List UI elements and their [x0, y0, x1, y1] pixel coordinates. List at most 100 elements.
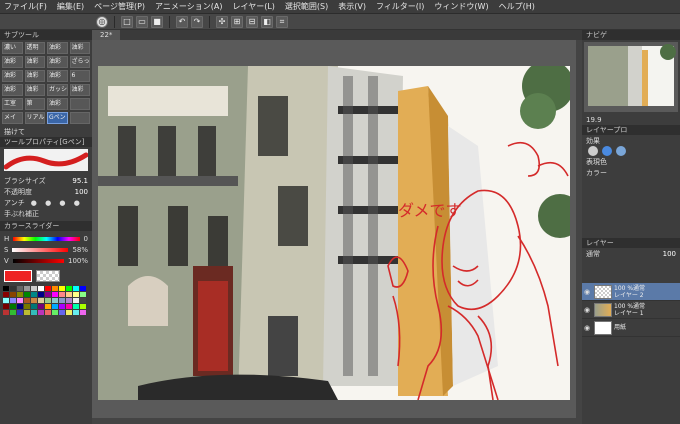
palette-swatch[interactable] [3, 298, 9, 303]
subtool-item[interactable]: 油彩 [2, 56, 23, 68]
palette-swatch[interactable] [59, 304, 65, 309]
subtool-item[interactable]: 油彩 [69, 84, 90, 96]
subtool-item[interactable] [69, 98, 90, 110]
palette-swatch[interactable] [3, 310, 9, 315]
color-set-palette[interactable] [0, 284, 92, 317]
subtool-item[interactable]: 第 [24, 98, 45, 110]
invert-icon[interactable]: ◧ [261, 15, 273, 28]
palette-swatch[interactable] [24, 310, 30, 315]
subtool-item[interactable]: 透明 [24, 42, 45, 54]
drawing-canvas[interactable]: ダメです [98, 66, 570, 400]
menu-file[interactable]: ファイル(F) [4, 1, 47, 12]
palette-swatch[interactable] [73, 286, 79, 291]
palette-swatch[interactable] [10, 310, 16, 315]
save-icon[interactable]: ■ [151, 15, 163, 28]
menu-animation[interactable]: アニメーション(A) [155, 1, 222, 12]
effect-option-icon[interactable] [588, 146, 598, 156]
transparent-color-swatch[interactable] [36, 270, 60, 282]
palette-swatch[interactable] [24, 286, 30, 291]
subtool-item[interactable]: 油彩 [24, 84, 45, 96]
subtool-item[interactable]: メイ [2, 112, 23, 124]
palette-swatch[interactable] [45, 286, 51, 291]
palette-swatch[interactable] [73, 298, 79, 303]
value-value[interactable]: 100% [68, 257, 88, 265]
saturation-slider[interactable] [12, 247, 69, 252]
blend-row[interactable]: 通常 100 [582, 248, 680, 259]
horizontal-scrollbar[interactable] [92, 418, 582, 424]
palette-swatch[interactable] [52, 286, 58, 291]
subtool-item[interactable]: 油彩 [69, 42, 90, 54]
palette-swatch[interactable] [31, 304, 37, 309]
redo-icon[interactable]: ↷ [191, 15, 203, 28]
palette-swatch[interactable] [52, 310, 58, 315]
menu-filter[interactable]: フィルター(I) [376, 1, 424, 12]
palette-swatch[interactable] [73, 310, 79, 315]
layer-row[interactable]: ◉ 用紙 [582, 319, 680, 337]
palette-swatch[interactable] [52, 292, 58, 297]
main-color-swatch[interactable] [4, 270, 32, 282]
subtool-item[interactable]: 濃い [2, 42, 23, 54]
subtool-item[interactable]: 油彩 [47, 70, 68, 82]
palette-swatch[interactable] [59, 292, 65, 297]
subtool-item[interactable]: 油彩 [2, 84, 23, 96]
palette-swatch[interactable] [17, 292, 23, 297]
palette-swatch[interactable] [17, 298, 23, 303]
palette-swatch[interactable] [66, 304, 72, 309]
brush-size-value[interactable]: 95.1 [72, 177, 88, 185]
layer-row[interactable]: ◉ 100 %通常 レイヤー 2 [582, 283, 680, 301]
subtool-item[interactable]: 油彩 [47, 42, 68, 54]
subtool-item[interactable]: ざらっ [69, 56, 90, 68]
zoom-value[interactable]: 19.9 [586, 116, 602, 124]
saturation-slider-row[interactable]: S 58% [4, 244, 88, 255]
palette-swatch[interactable] [10, 304, 16, 309]
effect-option-icon[interactable] [602, 146, 612, 156]
layer-row[interactable]: ◉ 100 %通常 レイヤー 1 [582, 301, 680, 319]
palette-swatch[interactable] [80, 304, 86, 309]
palette-swatch[interactable] [10, 286, 16, 291]
palette-swatch[interactable] [52, 304, 58, 309]
palette-swatch[interactable] [3, 286, 9, 291]
palette-swatch[interactable] [3, 292, 9, 297]
palette-swatch[interactable] [3, 304, 9, 309]
palette-swatch[interactable] [24, 304, 30, 309]
palette-swatch[interactable] [45, 310, 51, 315]
palette-swatch[interactable] [45, 304, 51, 309]
menu-window[interactable]: ウィンドウ(W) [434, 1, 488, 12]
palette-swatch[interactable] [59, 286, 65, 291]
palette-swatch[interactable] [66, 298, 72, 303]
palette-swatch[interactable] [17, 286, 23, 291]
select-icon[interactable]: ⊞ [231, 15, 243, 28]
palette-swatch[interactable] [10, 298, 16, 303]
value-slider-row[interactable]: V 100% [4, 255, 88, 266]
app-logo-icon[interactable]: ◎ [96, 15, 108, 28]
navigator-preview[interactable] [584, 42, 678, 112]
eye-icon[interactable]: ◉ [584, 306, 592, 314]
palette-swatch[interactable] [73, 292, 79, 297]
eye-icon[interactable]: ◉ [584, 324, 592, 332]
blend-opacity-value[interactable]: 100 [663, 250, 676, 258]
palette-swatch[interactable] [38, 292, 44, 297]
palette-swatch[interactable] [66, 310, 72, 315]
palette-swatch[interactable] [17, 304, 23, 309]
subtool-g-pen[interactable]: Gペン [47, 112, 68, 124]
value-slider[interactable] [12, 258, 64, 263]
expression-select[interactable]: カラー [582, 167, 680, 178]
palette-swatch[interactable] [59, 298, 65, 303]
subtool-item[interactable]: 油彩 [24, 56, 45, 68]
subtool-item[interactable]: 油彩 [47, 56, 68, 68]
new-icon[interactable]: □ [121, 15, 133, 28]
undo-icon[interactable]: ↶ [176, 15, 188, 28]
palette-swatch[interactable] [80, 310, 86, 315]
palette-swatch[interactable] [38, 286, 44, 291]
hue-slider-row[interactable]: H 0 [4, 233, 88, 244]
palette-swatch[interactable] [24, 298, 30, 303]
menu-view[interactable]: 表示(V) [338, 1, 366, 12]
palette-swatch[interactable] [38, 310, 44, 315]
palette-swatch[interactable] [45, 292, 51, 297]
antialias-row[interactable]: アンチ ● ● ● ● [4, 197, 88, 208]
subtool-item[interactable]: 油彩 [2, 70, 23, 82]
subtool-item[interactable]: 6 [69, 70, 90, 82]
palette-swatch[interactable] [66, 292, 72, 297]
hue-value[interactable]: 0 [84, 235, 88, 243]
document-tab[interactable]: 22* [92, 30, 121, 40]
